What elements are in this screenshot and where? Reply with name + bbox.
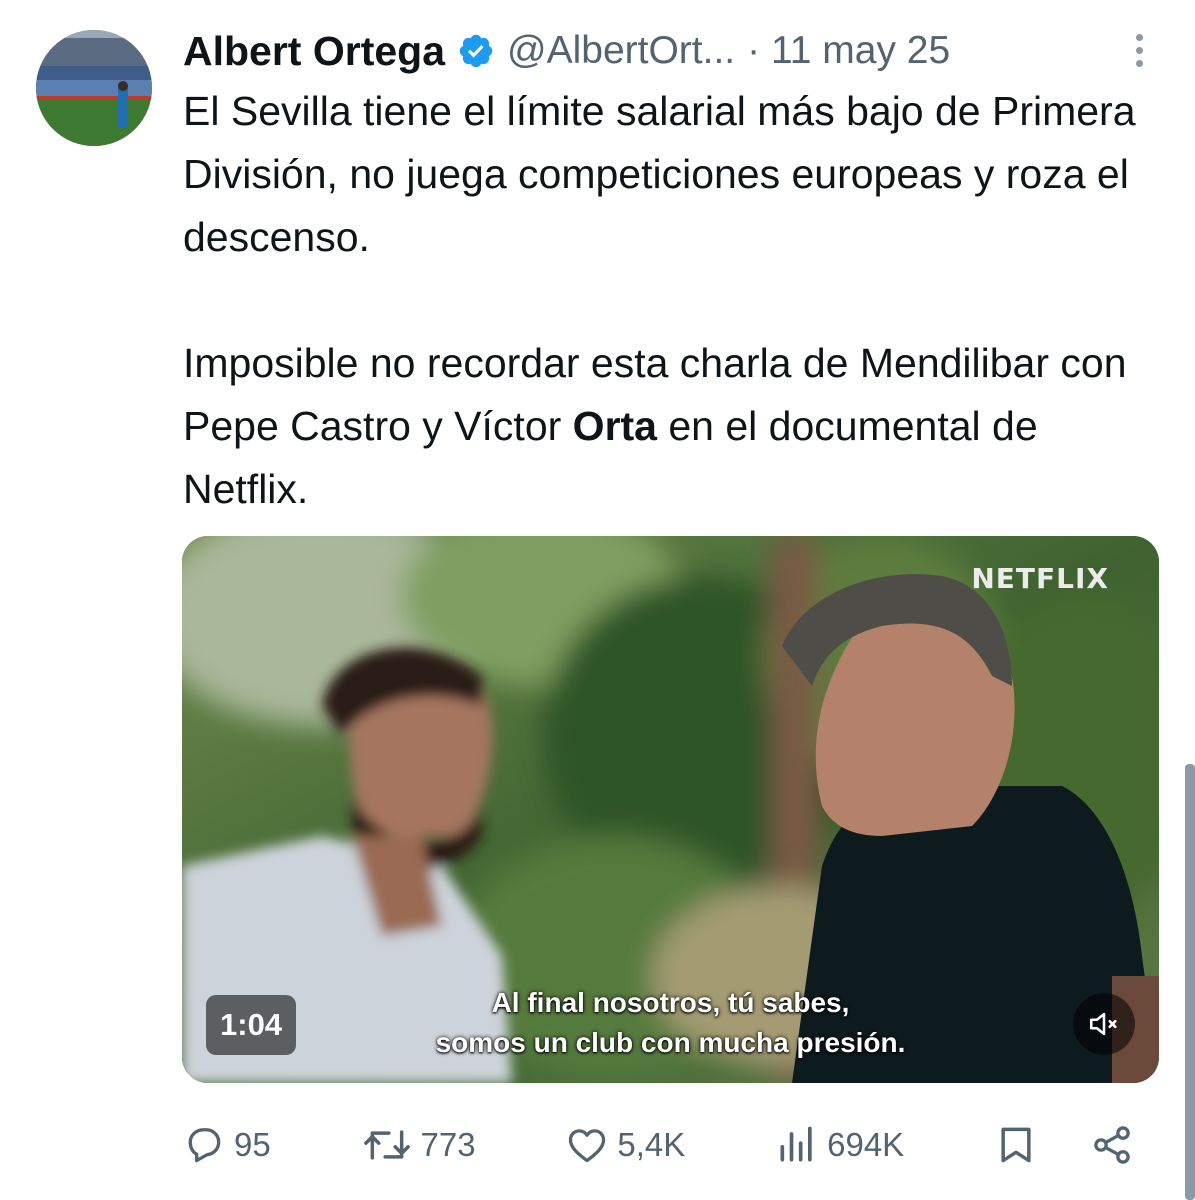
avatar[interactable] (36, 30, 152, 146)
netflix-watermark: NETFLIX (971, 562, 1109, 595)
retweet-count: 773 (420, 1126, 476, 1163)
like-count: 5,4K (617, 1126, 686, 1163)
subtitle-line-2: somos un club con mucha presión. (435, 1027, 906, 1058)
tweet-actions: 95 773 5,4K 694K (182, 1110, 1142, 1180)
heart-icon (569, 1129, 606, 1163)
views-button[interactable]: 694K (775, 1123, 904, 1167)
highlighted-word: Orta (572, 403, 657, 449)
verified-badge-icon (457, 32, 495, 70)
scrollbar[interactable] (1185, 764, 1195, 1200)
retweet-button[interactable]: 773 (361, 1123, 476, 1167)
tweet-paragraph-1: El Sevilla tiene el límite salarial más … (183, 88, 1136, 260)
tweet-header: Albert Ortega @AlbertOrt... · 11 may 25 (183, 22, 1155, 80)
reply-icon (188, 1128, 221, 1163)
secondary-actions (994, 1123, 1142, 1167)
share-icon[interactable] (1090, 1123, 1134, 1167)
speaker-muted-icon (1089, 1012, 1117, 1036)
like-button[interactable]: 5,4K (565, 1123, 685, 1167)
author-handle[interactable]: @AlbertOrt... (507, 29, 735, 73)
more-options-icon[interactable] (1133, 34, 1145, 70)
video-player[interactable]: NETFLIX 1:04 Al final nosotros, tú sabes… (182, 536, 1159, 1083)
subtitle-line-1: Al final nosotros, tú sabes, (491, 987, 850, 1018)
reply-button[interactable]: 95 (182, 1123, 271, 1167)
bookmark-icon[interactable] (994, 1123, 1038, 1167)
tweet-date[interactable]: · 11 may 25 (747, 29, 950, 73)
tweet-text: El Sevilla tiene el límite salarial más … (183, 80, 1163, 521)
retweet-icon (363, 1130, 410, 1160)
tweet-paragraph-2: Imposible no recordar esta charla de Men… (183, 332, 1163, 521)
views-chart-icon (780, 1126, 812, 1162)
views-count: 694K (827, 1126, 905, 1163)
video-subtitle: Al final nosotros, tú sabes, somos un cl… (182, 983, 1159, 1063)
reply-count: 95 (234, 1126, 271, 1163)
mute-button[interactable] (1073, 993, 1135, 1055)
author-name[interactable]: Albert Ortega (183, 28, 445, 75)
